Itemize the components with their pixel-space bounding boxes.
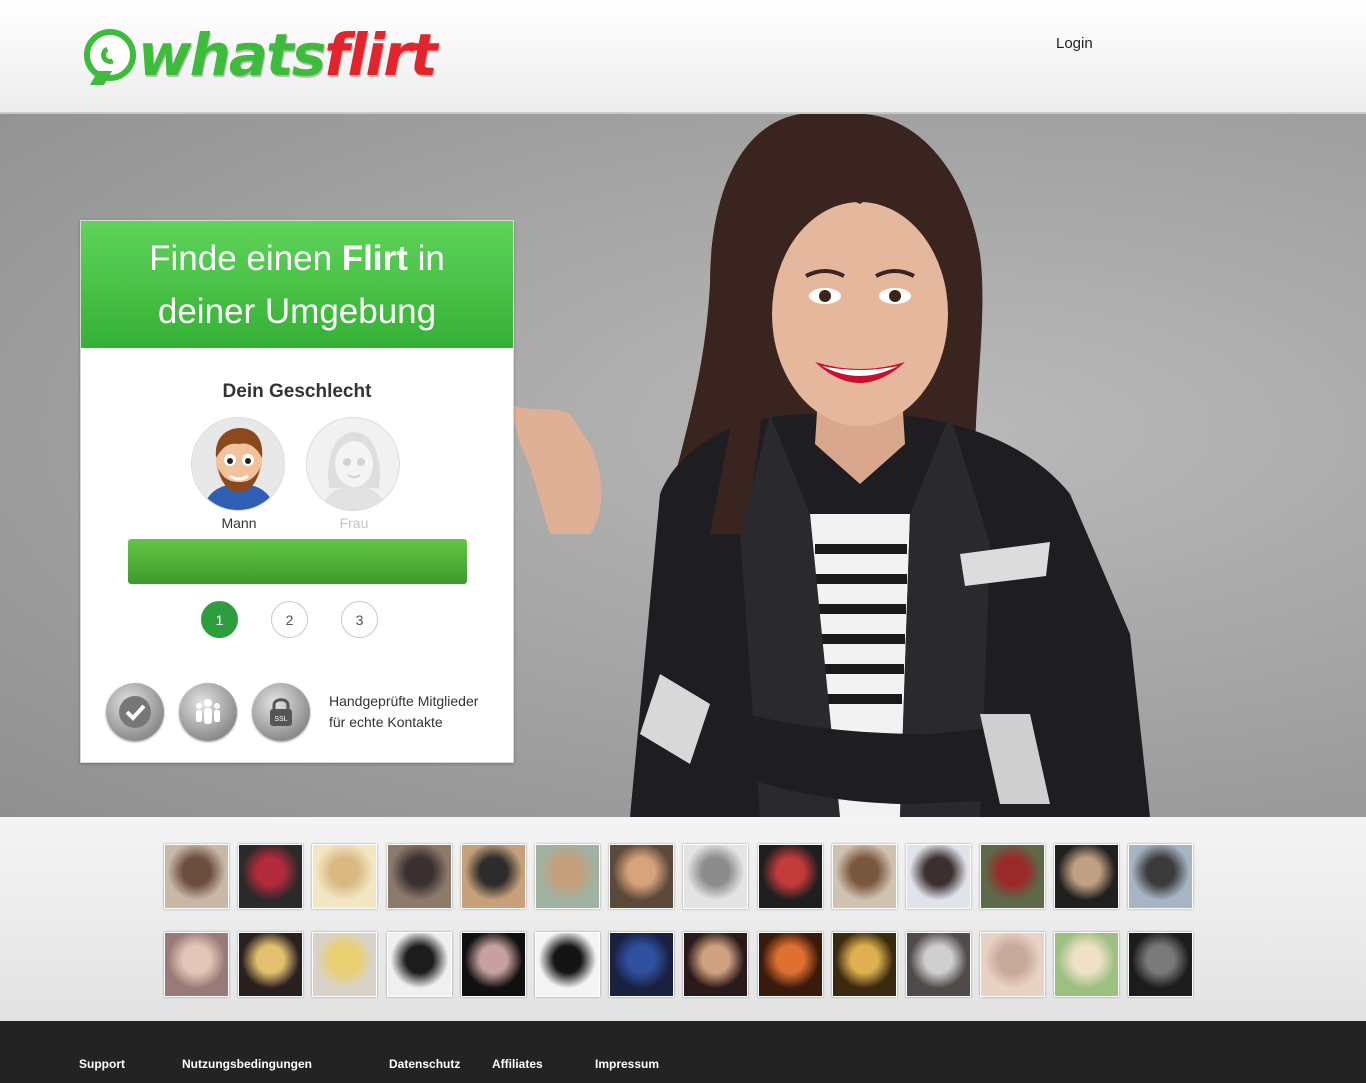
step-3[interactable]: 3 [341, 601, 378, 638]
verified-check-icon [106, 683, 164, 741]
member-photo-thumbnail[interactable] [905, 844, 971, 909]
hero-woman-image [510, 114, 1150, 817]
whatsflirt-logo[interactable]: whatsflirt [84, 21, 438, 89]
member-photo-thumbnail[interactable] [534, 844, 600, 909]
member-photo-strip [0, 817, 1366, 1021]
member-photo-thumbnail[interactable] [980, 932, 1046, 997]
member-photo-thumbnail[interactable] [1054, 932, 1120, 997]
member-photo-thumbnail[interactable] [683, 844, 749, 909]
member-photo-thumbnail[interactable] [460, 932, 526, 997]
member-photo-thumbnail[interactable] [831, 844, 897, 909]
gender-option-male[interactable]: Mann [191, 417, 287, 531]
chat-bubble-phone-icon [84, 29, 136, 81]
member-photo-thumbnail[interactable] [312, 932, 378, 997]
step-1[interactable]: 1 [201, 601, 238, 638]
member-photo-thumbnail[interactable] [609, 844, 675, 909]
male-label: Mann [221, 515, 257, 531]
footer: Support Nutzungsbedingungen Datenschutz … [0, 1021, 1366, 1083]
signup-card-header: Finde einen Flirt in deiner Umgebung [81, 221, 513, 348]
female-avatar-icon [306, 417, 400, 511]
female-label: Frau [339, 515, 369, 531]
member-photo-thumbnail[interactable] [386, 844, 452, 909]
footer-link-privacy[interactable]: Datenschutz [389, 1057, 460, 1071]
footer-link-terms[interactable]: Nutzungsbedingungen [182, 1057, 312, 1071]
member-photo-thumbnail[interactable] [238, 932, 304, 997]
logo-wordmark: whatsflirt [138, 21, 438, 89]
male-avatar-icon [191, 417, 285, 511]
member-photo-thumbnail[interactable] [757, 844, 823, 909]
footer-link-imprint[interactable]: Impressum [595, 1057, 659, 1071]
trust-text: Handgeprüfte Mitglieder für echte Kontak… [329, 693, 479, 730]
member-photo-thumbnail[interactable] [1054, 844, 1120, 909]
member-photo-thumbnail[interactable] [460, 844, 526, 909]
member-photo-grid [164, 844, 1194, 997]
step-indicator: 1 2 3 [201, 601, 378, 638]
member-photo-thumbnail[interactable] [831, 932, 897, 997]
ssl-text: SSL [274, 716, 287, 723]
trust-badges: SSL Handgeprüfte Mitglieder für echte Ko… [106, 683, 499, 741]
member-photo-thumbnail[interactable] [1128, 844, 1194, 909]
member-photo-thumbnail[interactable] [757, 932, 823, 997]
member-photo-thumbnail[interactable] [164, 932, 229, 997]
signup-title: Finde einen Flirt in deiner Umgebung [149, 238, 445, 331]
member-photo-thumbnail[interactable] [609, 932, 675, 997]
member-photo-thumbnail[interactable] [1128, 932, 1194, 997]
member-photo-thumbnail[interactable] [164, 844, 229, 909]
gender-option-female[interactable]: Frau [306, 417, 402, 531]
signup-card: Finde einen Flirt in deiner Umgebung Dei… [80, 220, 514, 763]
member-photo-thumbnail[interactable] [238, 844, 304, 909]
continue-button[interactable] [128, 539, 467, 584]
login-link[interactable]: Login [1056, 35, 1093, 52]
member-photo-thumbnail[interactable] [534, 932, 600, 997]
ssl-lock-icon: SSL [252, 683, 310, 741]
footer-link-support[interactable]: Support [79, 1057, 125, 1071]
footer-link-affiliates[interactable]: Affiliates [492, 1057, 543, 1071]
member-photo-thumbnail[interactable] [386, 932, 452, 997]
gender-label: Dein Geschlecht [222, 381, 372, 402]
members-group-icon [179, 683, 237, 741]
hero-section: Finde einen Flirt in deiner Umgebung Dei… [0, 114, 1366, 817]
header: whatsflirt Login [0, 0, 1366, 114]
member-photo-thumbnail[interactable] [312, 844, 378, 909]
step-2[interactable]: 2 [271, 601, 308, 638]
member-photo-thumbnail[interactable] [980, 844, 1046, 909]
member-photo-thumbnail[interactable] [683, 932, 749, 997]
member-photo-thumbnail[interactable] [905, 932, 971, 997]
